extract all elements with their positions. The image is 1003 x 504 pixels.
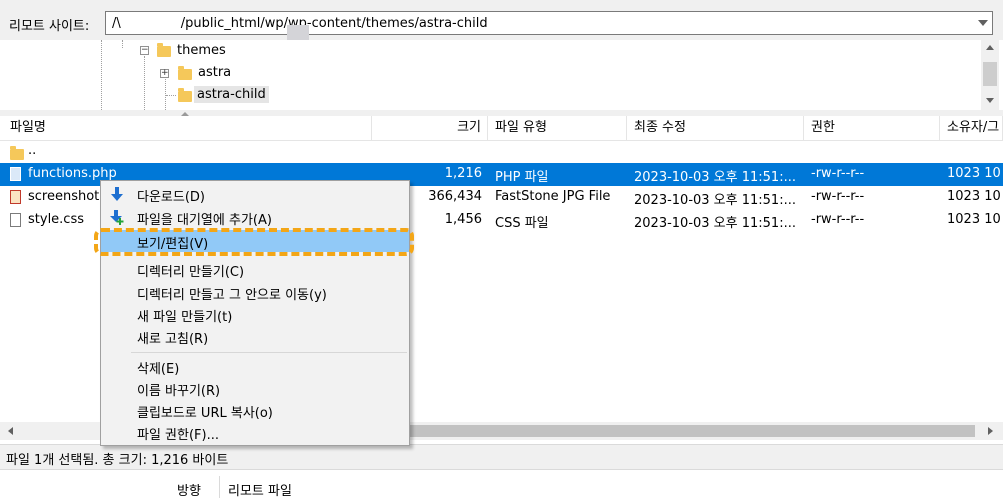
menu-item-label: 디렉터리 만들기(C) — [137, 265, 245, 280]
tree-guide-line — [166, 95, 176, 96]
transfer-queue: 방향 리모트 파일 — [0, 469, 1003, 504]
column-header-type[interactable]: 파일 유형 — [488, 116, 627, 140]
remote-directory-tree: − themes + astra astra-child — [0, 40, 1003, 111]
menu-item-create-directory-and-enter[interactable]: 디렉터리 만들고 그 안으로 이동(y) — [101, 281, 409, 303]
menu-item-rename[interactable]: 이름 바꾸기(R) — [101, 377, 409, 399]
css-file-icon — [10, 213, 21, 227]
file-permissions: -rw-r--r-- — [811, 189, 865, 204]
context-menu: 다운로드(D) 파일을 대기열에 추가(A) 보기/편집(V) 디렉터리 만들기… — [100, 180, 410, 446]
menu-item-download[interactable]: 다운로드(D) — [101, 183, 409, 205]
menu-separator — [131, 352, 407, 353]
file-modified: 2023-10-03 오후 11:51:... — [634, 216, 796, 231]
path-dropdown-icon[interactable] — [978, 20, 988, 26]
file-permissions: -rw-r--r-- — [811, 212, 865, 227]
file-modified: 2023-10-03 오후 11:51:... — [634, 170, 796, 185]
scroll-thumb[interactable] — [410, 425, 975, 437]
file-modified: 2023-10-03 오후 11:51:... — [634, 193, 796, 208]
scroll-right-icon[interactable] — [988, 427, 993, 435]
menu-item-create-directory[interactable]: 디렉터리 만들기(C) — [101, 258, 409, 280]
menu-item-label: 디렉터리 만들고 그 안으로 이동(y) — [137, 288, 327, 303]
add-to-queue-icon — [110, 210, 124, 225]
tree-item-label: astra-child — [194, 86, 269, 103]
menu-item-delete[interactable]: 삭제(E) — [101, 355, 409, 377]
tree-item-themes[interactable]: − themes — [0, 40, 981, 62]
remote-site-bar: 리모트 사이트: /\ /public_html/wp/wp-content/th… — [0, 0, 1003, 45]
file-owner: 1023 10 — [947, 166, 1001, 181]
file-type: CSS 파일 — [495, 216, 549, 231]
menu-item-label: 이름 바꾸기(R) — [137, 384, 221, 399]
column-header-row: 파일명 크기 파일 유형 최종 수정 권한 소유자/그 — [0, 116, 1003, 141]
menu-item-refresh[interactable]: 새로 고침(R) — [101, 325, 409, 347]
tree-item-astra-child[interactable]: astra-child — [0, 84, 981, 106]
column-header-size[interactable]: 크기 — [372, 116, 488, 140]
menu-item-add-to-queue[interactable]: 파일을 대기열에 추가(A) — [101, 206, 409, 228]
scroll-down-icon[interactable] — [986, 98, 994, 103]
scroll-up-icon[interactable] — [986, 45, 994, 50]
folder-icon — [157, 43, 171, 57]
menu-item-label: 클립보드로 URL 복사(o) — [137, 406, 273, 421]
file-owner: 1023 10 — [947, 212, 1001, 227]
file-owner: 1023 10 — [947, 189, 1001, 204]
file-name: .. — [28, 143, 37, 158]
column-header-owner[interactable]: 소유자/그 — [940, 116, 1003, 140]
tree-vertical-scrollbar[interactable] — [981, 40, 999, 110]
menu-item-file-permissions[interactable]: 파일 권한(F)... — [101, 421, 409, 443]
menu-item-new-file[interactable]: 새 파일 만들기(t) — [101, 303, 409, 325]
menu-item-copy-url[interactable]: 클립보드로 URL 복사(o) — [101, 399, 409, 421]
table-row[interactable]: .. — [0, 140, 1003, 163]
folder-icon — [178, 88, 192, 102]
download-icon — [111, 187, 123, 201]
collapse-icon[interactable]: − — [140, 46, 149, 55]
file-name: style.css — [28, 212, 84, 227]
annotation-highlight — [94, 228, 414, 256]
scroll-left-icon[interactable] — [8, 427, 13, 435]
menu-item-label: 파일을 대기열에 추가(A) — [137, 213, 272, 228]
file-name: functions.php — [28, 166, 117, 181]
tree-item-astra[interactable]: + astra — [0, 62, 981, 84]
menu-item-label: 삭제(E) — [137, 362, 180, 377]
column-header-permissions[interactable]: 권한 — [804, 116, 940, 140]
expand-icon[interactable]: + — [160, 69, 169, 78]
file-type: FastStone JPG File — [495, 189, 611, 204]
file-permissions: -rw-r--r-- — [811, 166, 865, 181]
menu-item-label: 새로 고침(R) — [137, 332, 209, 347]
status-text: 파일 1개 선택됨. 총 크기: 1,216 바이트 — [6, 453, 229, 468]
remote-path-rest: /public_html/wp/wp-content/themes/astra-… — [180, 16, 488, 31]
column-divider — [219, 476, 220, 498]
php-file-icon — [10, 167, 21, 181]
remote-path-input[interactable]: /\ /public_html/wp/wp-content/themes/astr… — [105, 11, 993, 45]
remote-site-label: 리모트 사이트: — [9, 19, 90, 34]
menu-item-label: 파일 권한(F)... — [137, 428, 219, 443]
scroll-thumb[interactable] — [983, 62, 997, 86]
menu-item-label: 새 파일 만들기(t) — [137, 310, 233, 325]
file-size: 1,216 — [444, 166, 482, 181]
column-header-filename[interactable]: 파일명 — [0, 116, 372, 140]
remote-path-prefix: /\ — [112, 16, 121, 31]
tree-item-label: astra — [198, 65, 232, 80]
jpg-file-icon — [10, 190, 21, 204]
tree-item-label: themes — [177, 43, 226, 58]
queue-column-remote-file[interactable]: 리모트 파일 — [228, 480, 292, 499]
folder-icon — [10, 146, 24, 160]
column-header-modified[interactable]: 최종 수정 — [627, 116, 804, 140]
file-type: PHP 파일 — [495, 170, 549, 185]
menu-item-label: 다운로드(D) — [137, 190, 205, 205]
status-bar: 파일 1개 선택됨. 총 크기: 1,216 바이트 — [0, 444, 1003, 469]
folder-icon — [178, 66, 192, 80]
queue-column-direction[interactable]: 방향 — [177, 480, 201, 499]
